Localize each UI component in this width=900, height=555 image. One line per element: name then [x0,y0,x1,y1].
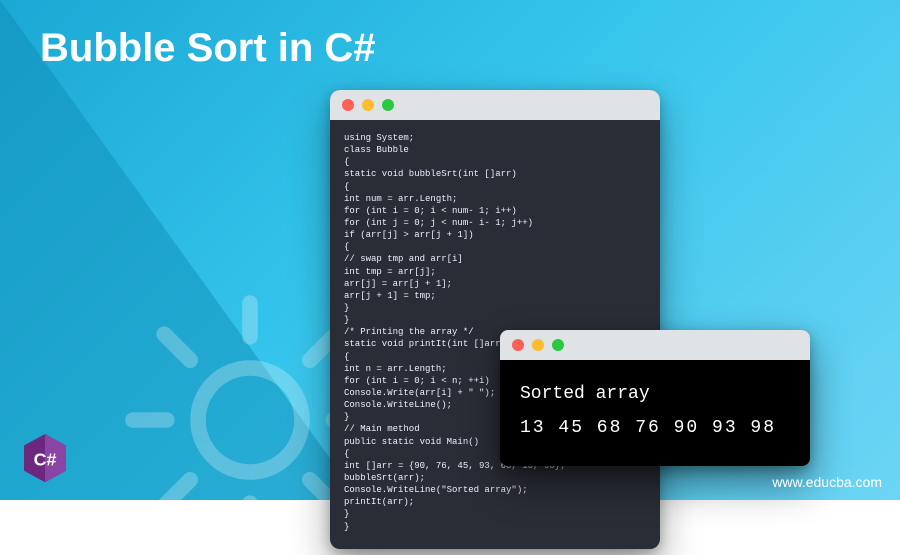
code-window: using System; class Bubble { static void… [330,90,660,549]
close-icon [512,339,524,351]
output-content: Sorted array 13 45 68 76 90 93 98 [500,360,810,466]
window-titlebar [330,90,660,120]
watermark-text: www.educba.com [772,474,882,490]
maximize-icon [552,339,564,351]
maximize-icon [382,99,394,111]
minimize-icon [532,339,544,351]
output-values: 13 45 68 76 90 93 98 [520,418,790,438]
csharp-logo-icon: C# [24,434,66,482]
page-title: Bubble Sort in C# [40,26,376,71]
minimize-icon [362,99,374,111]
output-window: Sorted array 13 45 68 76 90 93 98 [500,330,810,466]
window-titlebar [500,330,810,360]
hero-banner: Bubble Sort in C# using System; class Bu… [0,0,900,500]
logo-text: C# [34,449,57,469]
close-icon [342,99,354,111]
output-heading: Sorted array [520,384,790,404]
